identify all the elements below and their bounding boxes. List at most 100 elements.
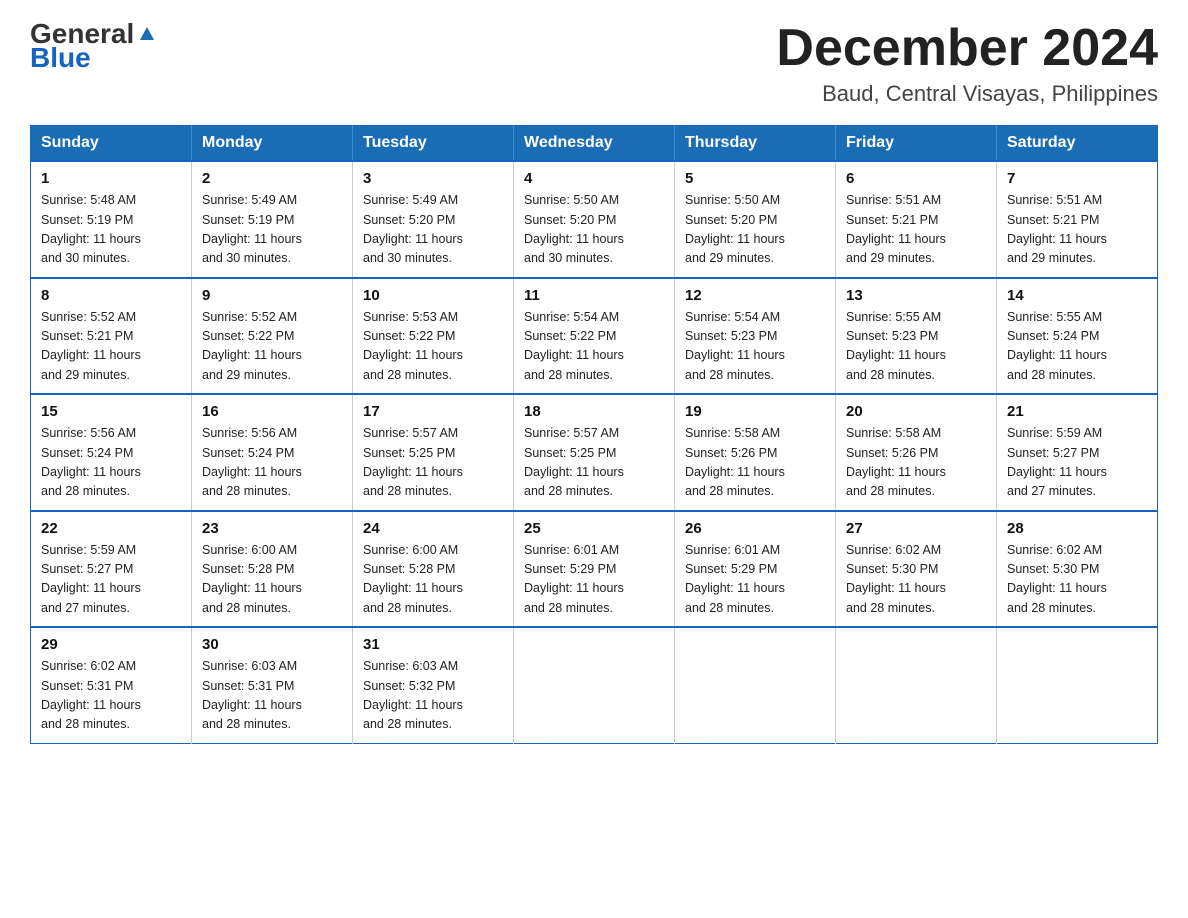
col-sunday: Sunday	[31, 126, 192, 162]
day-detail: Sunrise: 6:01 AM Sunset: 5:29 PM Dayligh…	[524, 541, 664, 619]
day-detail: Sunrise: 6:03 AM Sunset: 5:31 PM Dayligh…	[202, 657, 342, 735]
table-row: 4 Sunrise: 5:50 AM Sunset: 5:20 PM Dayli…	[514, 161, 675, 278]
table-row	[514, 627, 675, 743]
calendar-week-2: 8 Sunrise: 5:52 AM Sunset: 5:21 PM Dayli…	[31, 278, 1158, 395]
table-row: 15 Sunrise: 5:56 AM Sunset: 5:24 PM Dayl…	[31, 394, 192, 511]
logo-triangle-icon	[136, 22, 158, 44]
day-number: 2	[202, 170, 342, 187]
table-row: 31 Sunrise: 6:03 AM Sunset: 5:32 PM Dayl…	[353, 627, 514, 743]
table-row: 1 Sunrise: 5:48 AM Sunset: 5:19 PM Dayli…	[31, 161, 192, 278]
table-row: 22 Sunrise: 5:59 AM Sunset: 5:27 PM Dayl…	[31, 511, 192, 628]
table-row: 13 Sunrise: 5:55 AM Sunset: 5:23 PM Dayl…	[836, 278, 997, 395]
day-detail: Sunrise: 5:54 AM Sunset: 5:22 PM Dayligh…	[524, 308, 664, 386]
table-row: 6 Sunrise: 5:51 AM Sunset: 5:21 PM Dayli…	[836, 161, 997, 278]
page-header: General Blue December 2024 Baud, Central…	[30, 20, 1158, 107]
col-monday: Monday	[192, 126, 353, 162]
day-number: 29	[41, 636, 181, 653]
day-number: 20	[846, 403, 986, 420]
day-number: 3	[363, 170, 503, 187]
table-row: 27 Sunrise: 6:02 AM Sunset: 5:30 PM Dayl…	[836, 511, 997, 628]
day-detail: Sunrise: 5:48 AM Sunset: 5:19 PM Dayligh…	[41, 191, 181, 269]
day-number: 22	[41, 520, 181, 537]
day-detail: Sunrise: 5:59 AM Sunset: 5:27 PM Dayligh…	[1007, 424, 1147, 502]
day-detail: Sunrise: 5:52 AM Sunset: 5:21 PM Dayligh…	[41, 308, 181, 386]
day-number: 23	[202, 520, 342, 537]
day-detail: Sunrise: 6:00 AM Sunset: 5:28 PM Dayligh…	[363, 541, 503, 619]
day-number: 24	[363, 520, 503, 537]
day-detail: Sunrise: 6:02 AM Sunset: 5:30 PM Dayligh…	[1007, 541, 1147, 619]
table-row: 19 Sunrise: 5:58 AM Sunset: 5:26 PM Dayl…	[675, 394, 836, 511]
day-detail: Sunrise: 5:49 AM Sunset: 5:19 PM Dayligh…	[202, 191, 342, 269]
table-row: 14 Sunrise: 5:55 AM Sunset: 5:24 PM Dayl…	[997, 278, 1158, 395]
table-row: 28 Sunrise: 6:02 AM Sunset: 5:30 PM Dayl…	[997, 511, 1158, 628]
month-title: December 2024	[776, 20, 1158, 77]
table-row	[675, 627, 836, 743]
day-number: 4	[524, 170, 664, 187]
day-number: 5	[685, 170, 825, 187]
day-number: 31	[363, 636, 503, 653]
day-number: 11	[524, 287, 664, 304]
day-number: 30	[202, 636, 342, 653]
day-number: 13	[846, 287, 986, 304]
col-tuesday: Tuesday	[353, 126, 514, 162]
day-detail: Sunrise: 5:58 AM Sunset: 5:26 PM Dayligh…	[685, 424, 825, 502]
day-detail: Sunrise: 6:00 AM Sunset: 5:28 PM Dayligh…	[202, 541, 342, 619]
title-block: December 2024 Baud, Central Visayas, Phi…	[776, 20, 1158, 107]
day-detail: Sunrise: 5:58 AM Sunset: 5:26 PM Dayligh…	[846, 424, 986, 502]
table-row: 5 Sunrise: 5:50 AM Sunset: 5:20 PM Dayli…	[675, 161, 836, 278]
day-detail: Sunrise: 5:57 AM Sunset: 5:25 PM Dayligh…	[524, 424, 664, 502]
day-detail: Sunrise: 6:02 AM Sunset: 5:31 PM Dayligh…	[41, 657, 181, 735]
day-detail: Sunrise: 5:49 AM Sunset: 5:20 PM Dayligh…	[363, 191, 503, 269]
day-number: 6	[846, 170, 986, 187]
day-number: 1	[41, 170, 181, 187]
day-number: 19	[685, 403, 825, 420]
day-number: 10	[363, 287, 503, 304]
day-detail: Sunrise: 5:57 AM Sunset: 5:25 PM Dayligh…	[363, 424, 503, 502]
day-detail: Sunrise: 5:52 AM Sunset: 5:22 PM Dayligh…	[202, 308, 342, 386]
day-detail: Sunrise: 5:54 AM Sunset: 5:23 PM Dayligh…	[685, 308, 825, 386]
day-number: 21	[1007, 403, 1147, 420]
table-row: 16 Sunrise: 5:56 AM Sunset: 5:24 PM Dayl…	[192, 394, 353, 511]
calendar-table: Sunday Monday Tuesday Wednesday Thursday…	[30, 125, 1158, 744]
table-row: 24 Sunrise: 6:00 AM Sunset: 5:28 PM Dayl…	[353, 511, 514, 628]
day-detail: Sunrise: 6:03 AM Sunset: 5:32 PM Dayligh…	[363, 657, 503, 735]
table-row: 29 Sunrise: 6:02 AM Sunset: 5:31 PM Dayl…	[31, 627, 192, 743]
day-detail: Sunrise: 5:51 AM Sunset: 5:21 PM Dayligh…	[1007, 191, 1147, 269]
table-row: 25 Sunrise: 6:01 AM Sunset: 5:29 PM Dayl…	[514, 511, 675, 628]
day-number: 18	[524, 403, 664, 420]
day-detail: Sunrise: 5:50 AM Sunset: 5:20 PM Dayligh…	[685, 191, 825, 269]
table-row: 11 Sunrise: 5:54 AM Sunset: 5:22 PM Dayl…	[514, 278, 675, 395]
day-number: 26	[685, 520, 825, 537]
day-number: 27	[846, 520, 986, 537]
table-row: 12 Sunrise: 5:54 AM Sunset: 5:23 PM Dayl…	[675, 278, 836, 395]
table-row: 23 Sunrise: 6:00 AM Sunset: 5:28 PM Dayl…	[192, 511, 353, 628]
table-row: 21 Sunrise: 5:59 AM Sunset: 5:27 PM Dayl…	[997, 394, 1158, 511]
table-row	[997, 627, 1158, 743]
day-detail: Sunrise: 5:59 AM Sunset: 5:27 PM Dayligh…	[41, 541, 181, 619]
day-number: 28	[1007, 520, 1147, 537]
day-detail: Sunrise: 6:01 AM Sunset: 5:29 PM Dayligh…	[685, 541, 825, 619]
day-detail: Sunrise: 5:56 AM Sunset: 5:24 PM Dayligh…	[202, 424, 342, 502]
calendar-week-4: 22 Sunrise: 5:59 AM Sunset: 5:27 PM Dayl…	[31, 511, 1158, 628]
calendar-header-row: Sunday Monday Tuesday Wednesday Thursday…	[31, 126, 1158, 162]
day-number: 15	[41, 403, 181, 420]
day-detail: Sunrise: 5:51 AM Sunset: 5:21 PM Dayligh…	[846, 191, 986, 269]
table-row: 7 Sunrise: 5:51 AM Sunset: 5:21 PM Dayli…	[997, 161, 1158, 278]
calendar-week-3: 15 Sunrise: 5:56 AM Sunset: 5:24 PM Dayl…	[31, 394, 1158, 511]
calendar-week-1: 1 Sunrise: 5:48 AM Sunset: 5:19 PM Dayli…	[31, 161, 1158, 278]
logo-blue-text: Blue	[30, 44, 91, 72]
day-detail: Sunrise: 6:02 AM Sunset: 5:30 PM Dayligh…	[846, 541, 986, 619]
day-number: 9	[202, 287, 342, 304]
table-row: 17 Sunrise: 5:57 AM Sunset: 5:25 PM Dayl…	[353, 394, 514, 511]
table-row: 8 Sunrise: 5:52 AM Sunset: 5:21 PM Dayli…	[31, 278, 192, 395]
table-row: 9 Sunrise: 5:52 AM Sunset: 5:22 PM Dayli…	[192, 278, 353, 395]
table-row	[836, 627, 997, 743]
day-number: 25	[524, 520, 664, 537]
table-row: 26 Sunrise: 6:01 AM Sunset: 5:29 PM Dayl…	[675, 511, 836, 628]
table-row: 10 Sunrise: 5:53 AM Sunset: 5:22 PM Dayl…	[353, 278, 514, 395]
col-friday: Friday	[836, 126, 997, 162]
table-row: 2 Sunrise: 5:49 AM Sunset: 5:19 PM Dayli…	[192, 161, 353, 278]
col-wednesday: Wednesday	[514, 126, 675, 162]
day-detail: Sunrise: 5:55 AM Sunset: 5:23 PM Dayligh…	[846, 308, 986, 386]
day-detail: Sunrise: 5:56 AM Sunset: 5:24 PM Dayligh…	[41, 424, 181, 502]
